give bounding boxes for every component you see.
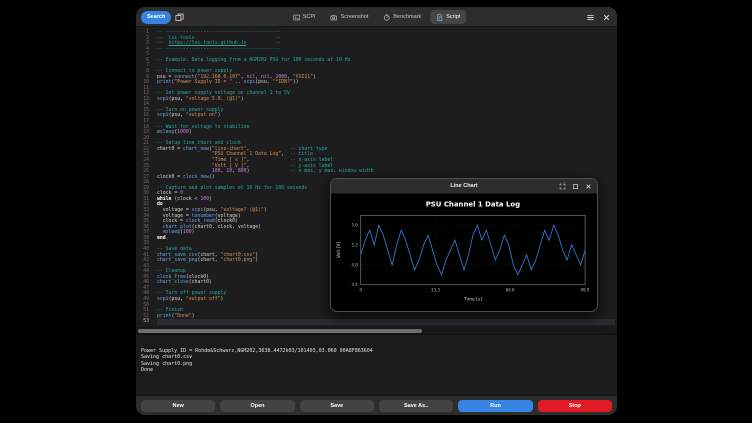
view-switcher: SCPI Screenshot Benchmark Script xyxy=(287,10,467,24)
editor-horizontal-scrollbar[interactable] xyxy=(136,327,617,334)
tab-label: Screenshot xyxy=(341,14,369,20)
window-close-button[interactable] xyxy=(599,10,613,24)
fullscreen-icon xyxy=(559,183,566,190)
overlapping-squares-icon xyxy=(175,13,184,22)
script-icon xyxy=(436,14,443,21)
tab-script[interactable]: Script xyxy=(430,10,466,24)
chart-fullscreen-button[interactable] xyxy=(556,181,568,193)
save-as-button[interactable]: Save As.. xyxy=(379,400,453,412)
svg-text:5.2: 5.2 xyxy=(351,243,358,248)
svg-text:Time [s]: Time [s] xyxy=(463,297,482,303)
panel-toggle-button[interactable] xyxy=(172,10,186,24)
svg-text:5.6: 5.6 xyxy=(351,223,358,228)
camera-icon xyxy=(331,14,338,21)
tab-label: Script xyxy=(446,14,460,20)
tab-screenshot[interactable]: Screenshot xyxy=(325,10,375,24)
svg-text:99.9: 99.9 xyxy=(580,288,589,293)
tab-label: Benchmark xyxy=(393,14,421,20)
svg-text:PSU Channel 1 Data Log: PSU Channel 1 Data Log xyxy=(426,200,520,208)
search-button[interactable]: Search xyxy=(141,11,171,24)
close-icon xyxy=(585,183,592,190)
svg-text:4.8: 4.8 xyxy=(351,262,358,267)
titlebar-controls xyxy=(583,10,613,24)
menu-button[interactable] xyxy=(583,10,597,24)
scrollbar-thumb[interactable] xyxy=(138,329,422,333)
maximize-icon xyxy=(572,183,579,190)
svg-text:66.6: 66.6 xyxy=(506,288,515,293)
header-bar: Search SCPI Screenshot Benchmark Script xyxy=(136,7,617,27)
chart-close-button[interactable] xyxy=(582,181,594,193)
svg-text:4.4: 4.4 xyxy=(351,282,358,287)
benchmark-icon xyxy=(383,14,390,21)
chart-window-title: Line Chart xyxy=(450,183,477,189)
line-numbers: 1234567891011121314151617181920212223242… xyxy=(136,30,153,325)
console-output[interactable]: Power Supply ID = Rohde&Schwarz,NGM202,3… xyxy=(136,334,617,395)
chart-canvas: PSU Channel 1 Data Log 4.4 4.8 5.2 5.6 0 33.3 6… xyxy=(331,194,597,310)
open-button[interactable]: Open xyxy=(220,400,294,412)
action-bar: New Open Save Save As.. Run Stop xyxy=(136,395,617,415)
chart-maximize-button[interactable] xyxy=(569,181,581,193)
tab-benchmark[interactable]: Benchmark xyxy=(377,10,427,24)
code-line xyxy=(157,319,615,325)
chart-window-controls xyxy=(556,181,594,193)
menu-icon xyxy=(586,13,595,22)
svg-text:33.3: 33.3 xyxy=(431,288,440,293)
line-chart-window: Line Chart PSU Channel 1 Data Log 4.4 4.8 5… xyxy=(330,178,598,312)
console-line: Done xyxy=(141,367,617,373)
line-chart-plot: PSU Channel 1 Data Log 4.4 4.8 5.2 5.6 0 33.3 6… xyxy=(331,194,597,310)
stop-button[interactable]: Stop xyxy=(538,400,612,412)
chart-header-bar: Line Chart xyxy=(331,179,597,194)
run-button[interactable]: Run xyxy=(458,400,532,412)
save-button[interactable]: Save xyxy=(300,400,374,412)
new-button[interactable]: New xyxy=(141,400,215,412)
terminal-icon xyxy=(293,14,300,21)
svg-text:Volt [V]: Volt [V] xyxy=(336,242,342,259)
tab-label: SCPI xyxy=(303,14,316,20)
svg-text:0: 0 xyxy=(360,288,363,293)
tab-scpi[interactable]: SCPI xyxy=(287,10,322,24)
close-icon xyxy=(602,13,611,22)
